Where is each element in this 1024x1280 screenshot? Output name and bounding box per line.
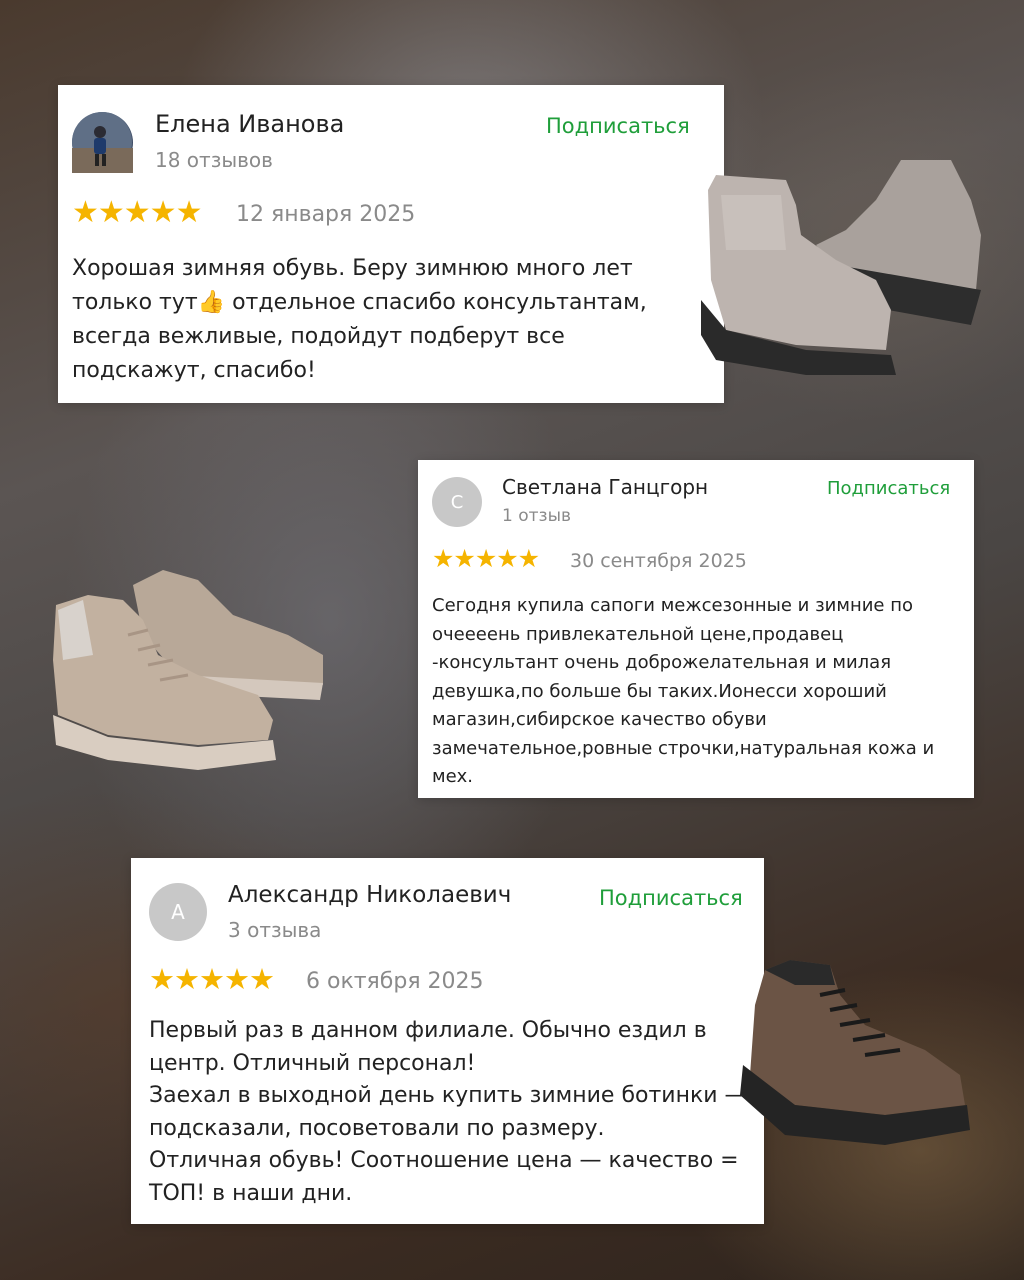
review-text: Первый раз в данном филиале. Обычно езди… [149,1018,747,1206]
review-count: 3 отзыва [228,918,322,942]
review-date: 30 сентября 2025 [570,550,747,572]
rating-stars: ★★★★★ [149,962,275,996]
review-text: Хорошая зимняя обувь. Беру зимнюю много … [72,256,647,383]
review-date: 12 января 2025 [236,202,416,227]
rating-stars: ★★★★★ [72,195,202,230]
subscribe-button[interactable]: Подписаться [599,886,743,910]
review-count: 18 отзывов [155,148,273,172]
review-card-3: А Александр Николаевич 3 отзыва Подписат… [131,858,764,1224]
star-icon: ★★★★★ [432,544,540,573]
avatar-initial: А [171,900,185,924]
review-card-2: С Светлана Ганцгорн 1 отзыв Подписаться … [418,460,974,798]
beige-sneaker-boots-image [53,570,323,770]
reviewer-name[interactable]: Светлана Ганцгорн [502,475,708,499]
brown-high-top-image [740,960,970,1145]
review-count: 1 отзыв [502,506,572,526]
avatar-initial: С [450,491,464,513]
reviewer-name[interactable]: Елена Иванова [155,110,344,138]
star-icon: ★★★★★ [72,195,202,230]
user-avatar[interactable] [72,112,133,173]
review-text: Сегодня купила сапоги межсезонные и зимн… [432,595,935,787]
reviewer-name[interactable]: Александр Николаевич [228,882,511,908]
grey-ankle-boots-image [701,160,981,375]
subscribe-button[interactable]: Подписаться [827,478,950,499]
avatar-photo-icon [72,112,133,173]
user-avatar[interactable]: А [149,883,207,941]
review-date: 6 октября 2025 [306,969,484,994]
rating-stars: ★★★★★ [432,544,540,573]
subscribe-button[interactable]: Подписаться [546,114,690,138]
user-avatar[interactable]: С [432,477,482,527]
star-icon: ★★★★★ [149,962,275,996]
review-card-1: Елена Иванова 18 отзывов Подписаться ★★★… [58,85,724,403]
